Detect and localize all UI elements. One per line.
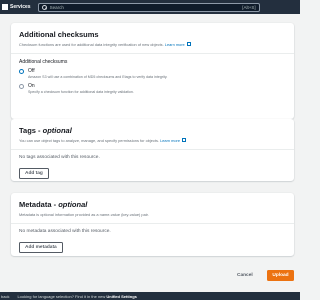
title-optional: optional bbox=[58, 200, 88, 209]
panel-description: Metadata is optional information provide… bbox=[19, 212, 286, 217]
top-nav: Services Search [Alt+S] bbox=[0, 0, 300, 14]
radio-description-on: Specify a checksum function for addition… bbox=[28, 90, 134, 95]
radio-description-off: Amazon S3 will use a combination of MD5 … bbox=[28, 75, 168, 80]
bottom-bar-back[interactable]: back bbox=[1, 294, 9, 299]
panel-title: Metadata - optional bbox=[19, 200, 286, 209]
search-icon bbox=[41, 4, 47, 10]
radio-button-off[interactable] bbox=[19, 68, 24, 74]
description-text: Checksum functions are used for addition… bbox=[19, 41, 164, 47]
panel-description: Checksum functions are used for addition… bbox=[19, 42, 286, 47]
empty-state-text: No metadata associated with this resourc… bbox=[19, 229, 111, 235]
radio-button-on[interactable] bbox=[19, 83, 24, 89]
description-text: Metadata is optional information provide… bbox=[19, 211, 149, 217]
add-metadata-button[interactable]: Add metadata bbox=[19, 242, 63, 254]
message-text: Looking for language selection? Find it … bbox=[17, 293, 106, 299]
panel-title: Additional checksums bbox=[19, 30, 99, 39]
panel-description: You can use object tags to analyze, mana… bbox=[19, 138, 286, 143]
unified-settings-link[interactable]: Unified Settings bbox=[106, 294, 136, 299]
bottom-bar-message: Looking for language selection? Find it … bbox=[17, 294, 136, 299]
services-menu-button[interactable]: Services bbox=[0, 0, 34, 14]
services-label: Services bbox=[10, 4, 31, 10]
title-text: Tags - bbox=[19, 126, 43, 135]
tags-panel: Tags - optional You can use object tags … bbox=[11, 119, 294, 181]
learn-more-link[interactable]: Learn more bbox=[160, 138, 180, 143]
checksums-field-label: Additional checksums bbox=[19, 59, 68, 66]
title-optional: optional bbox=[42, 126, 72, 135]
radio-option-off[interactable]: Off Amazon S3 will use a combination of … bbox=[19, 68, 286, 79]
metadata-panel: Metadata - optional Metadata is optional… bbox=[11, 193, 294, 256]
description-text: You can use object tags to analyze, mana… bbox=[19, 137, 159, 143]
search-placeholder: Search bbox=[49, 4, 64, 10]
external-link-icon bbox=[186, 42, 191, 46]
bottom-bar: back Looking for language selection? Fin… bbox=[0, 292, 300, 300]
radio-option-on[interactable]: On Specify a checksum function for addit… bbox=[19, 83, 286, 94]
services-grid-icon bbox=[2, 4, 8, 10]
title-text: Metadata - bbox=[19, 200, 59, 209]
cancel-button[interactable]: Cancel bbox=[237, 273, 253, 278]
panel-title: Tags - optional bbox=[19, 126, 286, 135]
radio-label-off: Off bbox=[28, 68, 35, 75]
radio-label-on: On bbox=[28, 83, 35, 90]
learn-more-link[interactable]: Learn more bbox=[165, 42, 185, 47]
upload-button[interactable]: Upload bbox=[267, 270, 294, 281]
empty-state-text: No tags associated with this resource. bbox=[19, 155, 100, 161]
add-tag-button[interactable]: Add tag bbox=[19, 168, 49, 180]
external-link-icon bbox=[182, 138, 187, 142]
search-input[interactable]: Search [Alt+S] bbox=[37, 2, 260, 12]
search-shortcut-hint: [Alt+S] bbox=[242, 4, 256, 10]
additional-checksums-panel: Additional checksums Checksum functions … bbox=[11, 23, 294, 119]
